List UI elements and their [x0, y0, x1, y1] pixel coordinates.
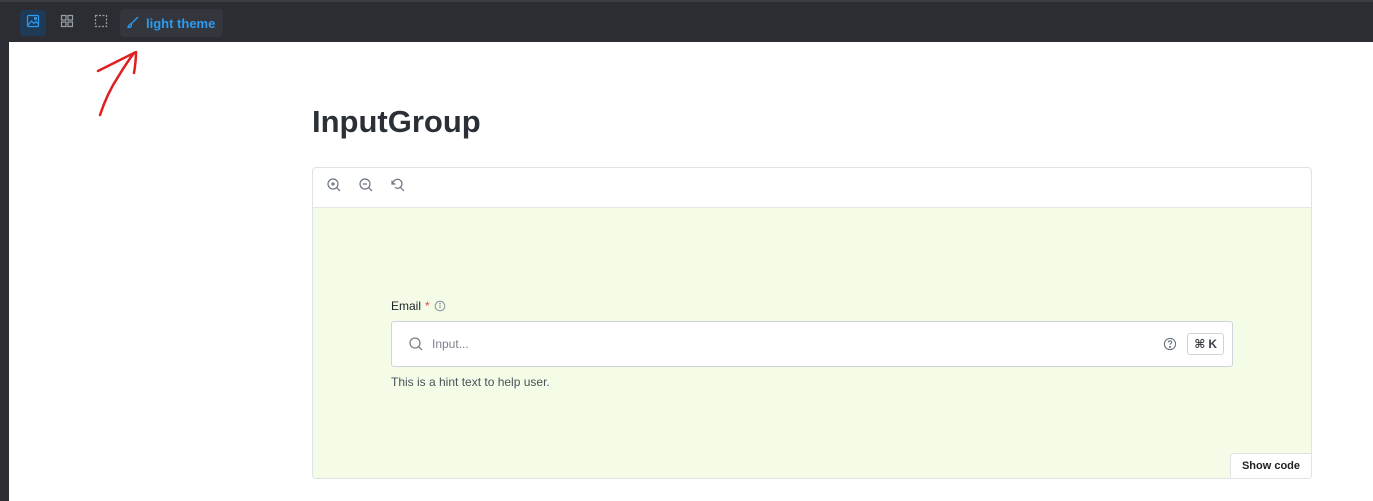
left-panel-edge [0, 42, 9, 501]
grid-icon [60, 14, 74, 33]
zoom-in-icon [326, 177, 342, 198]
zoom-reset-button[interactable] [389, 177, 407, 198]
field-label-row: Email * [391, 298, 1233, 314]
required-marker: * [425, 299, 430, 313]
theme-toggle-button[interactable]: light theme [120, 9, 224, 37]
help-icon[interactable] [1163, 337, 1177, 351]
brush-icon [126, 15, 140, 32]
image-icon [26, 14, 40, 33]
search-icon [408, 336, 424, 352]
annotation-arrow-icon [96, 50, 138, 117]
outline-view-button[interactable] [88, 10, 114, 36]
command-icon: ⌘ [1194, 337, 1206, 351]
storybook-toolbar: light theme [0, 0, 1373, 42]
zoom-toolbar [313, 168, 1311, 208]
keyboard-shortcut-badge: ⌘ K [1187, 333, 1224, 355]
zoom-out-button[interactable] [357, 177, 375, 198]
info-icon[interactable] [434, 300, 446, 312]
zoom-out-icon [358, 177, 374, 198]
zoom-reset-icon [390, 177, 406, 198]
story-container: Email * ⌘ K This is a hint text [312, 167, 1312, 479]
email-input-box[interactable]: ⌘ K [391, 321, 1233, 367]
outline-icon [94, 14, 108, 33]
email-input[interactable] [432, 337, 1164, 351]
email-input-group: Email * ⌘ K This is a hint text [391, 298, 1233, 389]
hint-text: This is a hint text to help user. [391, 375, 550, 389]
shortcut-key: K [1208, 337, 1217, 351]
story-preview: Email * ⌘ K This is a hint text [313, 208, 1311, 478]
page-title: InputGroup [312, 104, 481, 139]
grid-view-button[interactable] [54, 10, 80, 36]
image-view-button[interactable] [20, 10, 46, 36]
field-label: Email [391, 299, 422, 313]
theme-label: light theme [146, 15, 216, 31]
zoom-in-button[interactable] [325, 177, 343, 198]
show-code-button[interactable]: Show code [1229, 453, 1311, 478]
